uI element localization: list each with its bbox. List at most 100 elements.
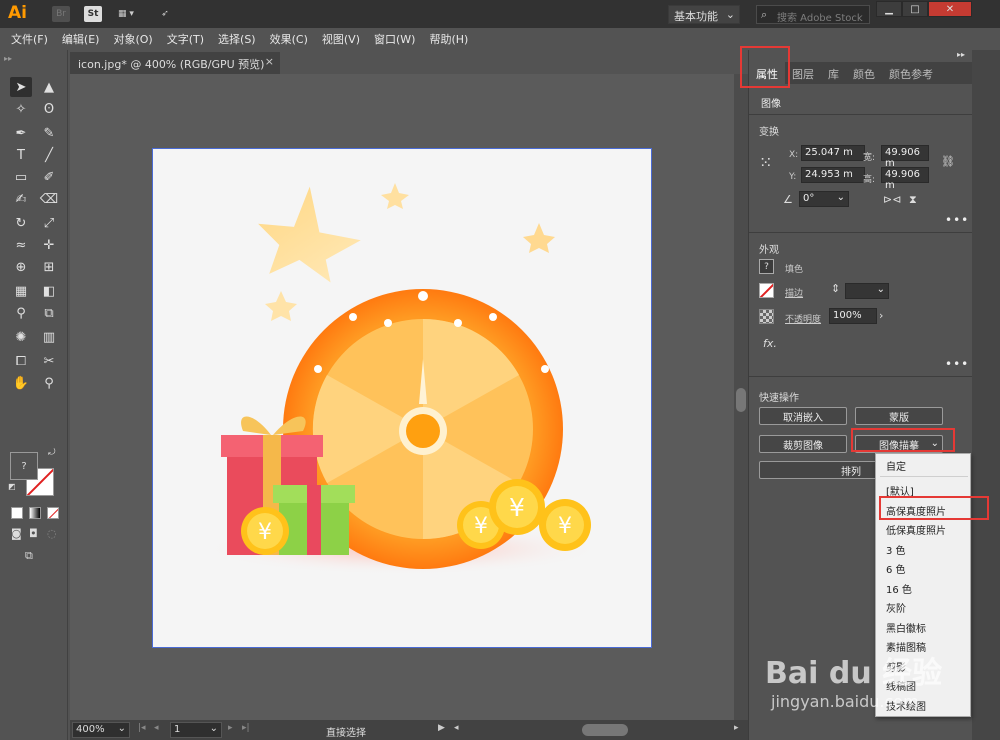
height-field[interactable]: 49.906 m [881,167,929,191]
perspective-grid-tool-icon[interactable]: ⊞ [38,257,60,277]
rotate-tool-icon[interactable]: ↻ [10,213,32,233]
minimize-button[interactable]: ▁ [876,1,902,17]
paintbrush-tool-icon[interactable]: ✐ [38,167,60,187]
fill-color-swatch[interactable]: ? [759,259,774,274]
hand-tool-icon[interactable]: ✋ [10,373,32,393]
workspace-switcher[interactable]: 基本功能 ⌄ [668,5,740,24]
menu-item-grayscale[interactable]: 灰阶 [886,600,906,615]
menu-item-bw-logo[interactable]: 黑白徽标 [886,620,926,635]
mesh-tool-icon[interactable]: ▦ [10,281,32,301]
menu-window[interactable]: 窗口(W) [373,28,421,49]
color-mode-icon[interactable] [11,507,23,519]
bridge-icon[interactable]: Br [52,6,70,22]
column-graph-tool-icon[interactable]: ▥ [38,327,60,347]
prev-artboard-icon[interactable]: ◂ [154,723,159,733]
artboard-number-field[interactable]: 1 ⌄ [170,722,222,738]
draw-inside-icon[interactable]: ◌ [47,527,57,540]
maximize-button[interactable]: □ [902,1,928,17]
magic-wand-tool-icon[interactable]: ✧ [10,99,32,119]
draw-normal-icon[interactable]: ◙ [11,527,22,540]
none-mode-icon[interactable] [47,507,59,519]
opacity-arrow-icon[interactable]: › [879,309,883,322]
gradient-tool-icon[interactable]: ◧ [38,281,60,301]
cancel-embed-button[interactable]: 取消嵌入 [759,407,847,425]
menu-item-custom[interactable]: 自定 [886,458,906,473]
panel-grip-icon[interactable]: ▸▸ [4,54,12,63]
stock-icon[interactable]: St [84,6,102,22]
vertical-scroll-thumb[interactable] [736,388,746,412]
curvature-tool-icon[interactable]: ✎ [38,123,60,143]
rocket-icon[interactable]: ➶ [156,6,174,22]
menu-effect[interactable]: 效果(C) [269,28,314,49]
tab-layers[interactable]: 图层 [785,62,821,84]
close-button[interactable]: ✕ [928,1,972,17]
panel-collapse-icon[interactable]: ▸▸ [957,50,965,59]
rectangle-tool-icon[interactable]: ▭ [10,167,32,187]
menu-object[interactable]: 对象(O) [112,28,158,49]
flip-horizontal-icon[interactable]: ⊳⊲ [883,193,901,206]
eraser-tool-icon[interactable]: ⌫ [38,189,60,209]
tab-libraries[interactable]: 库 [821,62,846,84]
document-tab[interactable]: icon.jpg* @ 400% (RGB/GPU 预览) × [70,52,280,74]
eyedropper-tool-icon[interactable]: ⚲ [10,303,32,323]
vertical-scrollbar[interactable] [734,74,748,720]
shaper-tool-icon[interactable]: ✍ [10,189,32,209]
scale-tool-icon[interactable]: ⤢ [38,213,60,233]
horizontal-scroll-thumb[interactable] [582,724,628,736]
menu-file[interactable]: 文件(F) [10,28,54,49]
scroll-right-icon[interactable]: ▸ [734,723,739,733]
menu-edit[interactable]: 编辑(E) [61,28,106,49]
y-field[interactable]: 24.953 m [801,167,865,183]
first-artboard-icon[interactable]: |◂ [138,723,146,733]
swap-colors-icon[interactable]: ⤾ [48,448,56,458]
flip-vertical-icon[interactable]: ⧗ [909,193,917,207]
direct-selection-tool-icon[interactable]: ▲ [38,77,60,97]
artboard-tool-icon[interactable]: ⧠ [10,351,32,371]
constrain-proportions-icon[interactable]: ⛓ [941,155,955,168]
stroke-label[interactable]: 描边 [785,286,803,299]
opacity-field[interactable]: 100% [829,308,877,324]
symbol-sprayer-tool-icon[interactable]: ✺ [10,327,32,347]
line-tool-icon[interactable]: ╱ [38,145,60,165]
default-colors-icon[interactable]: ◩ [8,482,16,491]
menu-item-3-colors[interactable]: 3 色 [886,542,906,557]
pen-tool-icon[interactable]: ✒ [10,123,32,143]
tab-color[interactable]: 颜色 [846,62,882,84]
selection-tool-icon[interactable]: ➤ [10,77,32,97]
status-menu-arrow-icon[interactable]: ▶ [438,723,445,733]
lasso-tool-icon[interactable]: ʘ [38,99,60,119]
stroke-color-swatch[interactable] [759,283,774,298]
artboard[interactable]: ¥ ¥ ¥ ¥ [152,148,652,648]
reference-point-icon[interactable]: ⁙ [759,153,772,172]
screen-mode-icon[interactable]: ⧉ [25,549,33,563]
slice-tool-icon[interactable]: ✂ [38,351,60,371]
close-tab-icon[interactable]: × [265,55,274,68]
menu-item-16-colors[interactable]: 16 色 [886,581,912,596]
layout-grid-icon[interactable]: ▦ ▾ [112,6,140,22]
type-tool-icon[interactable]: T [10,145,32,165]
last-artboard-icon[interactable]: ▸| [242,723,250,733]
menu-type[interactable]: 文字(T) [166,28,210,49]
stroke-weight-field[interactable]: ⌄ [845,283,889,299]
opacity-label[interactable]: 不透明度 [785,312,821,325]
gradient-mode-icon[interactable] [29,507,41,519]
width-field[interactable]: 49.906 m [881,145,929,169]
stroke-weight-stepper-icon[interactable]: ⇕ [831,282,840,295]
appearance-more-options-icon[interactable]: ••• [945,357,969,371]
artwork-image[interactable]: ¥ ¥ ¥ ¥ [153,149,652,648]
menu-help[interactable]: 帮助(H) [428,28,474,49]
x-field[interactable]: 25.047 m [801,145,865,161]
rotate-field[interactable]: 0° ⌄ [799,191,849,207]
transform-more-options-icon[interactable]: ••• [945,213,969,227]
tab-color-guide[interactable]: 颜色参考 [882,62,940,84]
zoom-tool-icon[interactable]: ⚲ [38,373,60,393]
fill-swatch[interactable]: ? [10,452,38,480]
next-artboard-icon[interactable]: ▸ [228,723,233,733]
menu-item-low-fidelity-photo[interactable]: 低保真度照片 [886,522,946,537]
puppet-warp-tool-icon[interactable]: ✛ [38,235,60,255]
menu-select[interactable]: 选择(S) [217,28,262,49]
menu-view[interactable]: 视图(V) [321,28,366,49]
width-tool-icon[interactable]: ≈ [10,235,32,255]
scroll-left-icon[interactable]: ◂ [454,723,459,733]
stock-search-input[interactable]: ⌕ 搜索 Adobe Stock [756,5,870,24]
